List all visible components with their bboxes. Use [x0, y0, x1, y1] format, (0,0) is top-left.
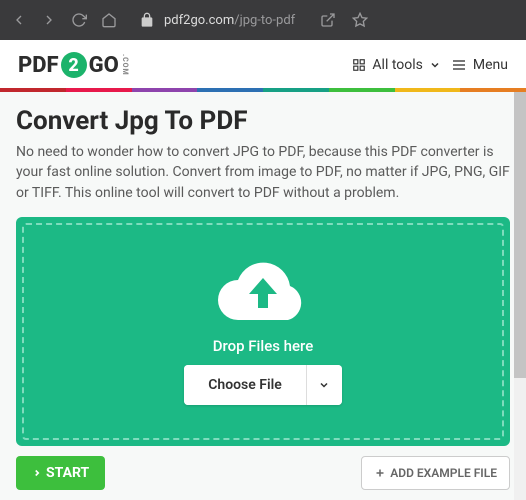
choose-file-button[interactable]: Choose File — [184, 365, 306, 405]
main-menu[interactable]: Menu — [451, 57, 508, 73]
action-bar: START ADD EXAMPLE FILE — [16, 456, 510, 490]
scrollbar[interactable] — [514, 92, 526, 500]
chevron-right-icon — [32, 467, 42, 479]
forward-icon[interactable] — [40, 11, 58, 29]
star-icon[interactable] — [351, 11, 369, 29]
home-icon[interactable] — [100, 11, 118, 29]
logo[interactable]: PDF 2 GO .COM — [18, 52, 129, 78]
reload-icon[interactable] — [70, 11, 88, 29]
chevron-down-icon — [429, 59, 441, 71]
site-header: PDF 2 GO .COM All tools Menu — [0, 40, 526, 88]
grid-icon — [352, 58, 366, 72]
plus-icon — [374, 467, 386, 479]
choose-file-dropdown[interactable] — [306, 365, 342, 405]
page-subtitle: No need to wonder how to convert JPG to … — [16, 142, 510, 203]
lock-icon — [138, 11, 156, 29]
dropzone-inner: Drop Files here Choose File — [22, 223, 504, 440]
address-bar[interactable]: pdf2go.com/jpg-to-pdf — [138, 11, 295, 29]
page-title: Convert Jpg To PDF — [16, 106, 510, 136]
scrollbar-thumb[interactable] — [514, 92, 526, 378]
file-dropzone[interactable]: Drop Files here Choose File — [16, 217, 510, 446]
all-tools-menu[interactable]: All tools — [352, 57, 440, 73]
upload-cloud-icon — [218, 258, 308, 327]
logo-badge: 2 — [61, 52, 87, 78]
chevron-down-icon — [318, 379, 330, 391]
back-icon[interactable] — [10, 11, 28, 29]
logo-suffix: .COM — [121, 54, 129, 76]
drop-text: Drop Files here — [213, 337, 314, 355]
main-content: Convert Jpg To PDF No need to wonder how… — [0, 92, 526, 500]
logo-text-1: PDF — [18, 53, 59, 78]
url-host: pdf2go.com/jpg-to-pdf — [164, 13, 295, 28]
add-example-button[interactable]: ADD EXAMPLE FILE — [361, 456, 510, 490]
open-in-new-icon[interactable] — [319, 11, 337, 29]
all-tools-label: All tools — [372, 57, 422, 73]
browser-toolbar: pdf2go.com/jpg-to-pdf — [0, 0, 526, 40]
start-label: START — [46, 465, 89, 481]
choose-file-group: Choose File — [184, 365, 342, 405]
logo-text-2: GO — [89, 53, 119, 78]
page: PDF 2 GO .COM All tools Menu Convert Jpg… — [0, 40, 526, 500]
hamburger-icon — [451, 57, 467, 73]
start-button[interactable]: START — [16, 456, 105, 490]
menu-label: Menu — [473, 57, 508, 73]
example-label: ADD EXAMPLE FILE — [390, 466, 497, 480]
